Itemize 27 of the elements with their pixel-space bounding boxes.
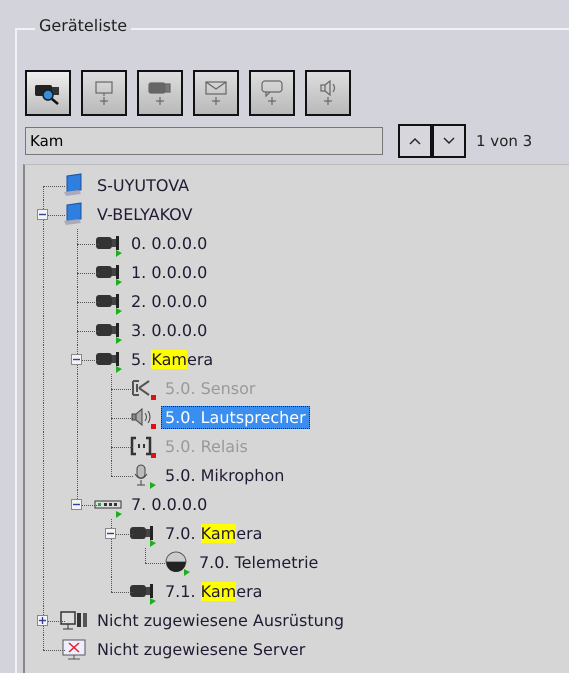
tree-item[interactable]: 7. 0.0.0.0 bbox=[127, 493, 212, 516]
tree-item[interactable]: S-UYUTOVA bbox=[93, 174, 194, 197]
expand-toggle[interactable] bbox=[105, 528, 116, 539]
expand-toggle[interactable] bbox=[71, 499, 82, 510]
expand-toggle[interactable] bbox=[71, 354, 82, 365]
expand-toggle[interactable] bbox=[37, 615, 48, 626]
chevron-up-icon bbox=[408, 136, 422, 146]
tree-item[interactable]: V-BELYAKOV bbox=[93, 203, 196, 226]
next-button[interactable] bbox=[432, 124, 466, 158]
tree-item[interactable]: 3. 0.0.0.0 bbox=[127, 319, 212, 342]
search-field[interactable]: Kam bbox=[25, 127, 383, 155]
tree-item[interactable]: Nicht zugewiesene Server bbox=[93, 638, 310, 661]
tree-item[interactable]: 7.1. Kamera bbox=[161, 580, 266, 603]
chevron-down-icon bbox=[442, 136, 456, 146]
plus-icon bbox=[38, 616, 47, 625]
previous-button[interactable] bbox=[398, 124, 432, 158]
tree-item[interactable]: 1. 0.0.0.0 bbox=[127, 261, 212, 284]
tree-item[interactable]: 5. Kamera bbox=[127, 348, 218, 371]
tree-item[interactable]: 7.0. Kamera bbox=[161, 522, 266, 545]
match-counter: 1 von 3 bbox=[476, 132, 532, 150]
expand-toggle[interactable] bbox=[37, 209, 48, 220]
tree-item[interactable]: 7.0. Telemetrie bbox=[195, 551, 322, 574]
tree-item[interactable]: 5.0. Mikrophon bbox=[161, 464, 288, 487]
tree-item[interactable]: 0. 0.0.0.0 bbox=[127, 232, 212, 255]
tree-item[interactable]: Nicht zugewiesene Ausrüstung bbox=[93, 609, 348, 632]
tree-item[interactable]: 2. 0.0.0.0 bbox=[127, 290, 212, 313]
camera-search-button[interactable] bbox=[25, 70, 71, 116]
